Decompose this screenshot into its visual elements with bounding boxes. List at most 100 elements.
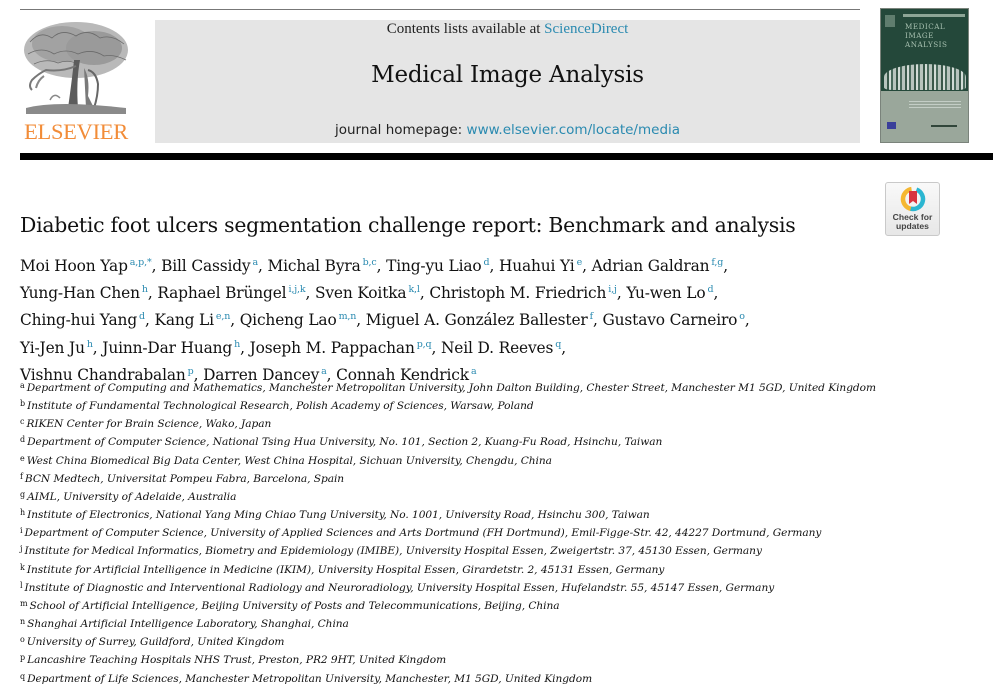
- author[interactable]: Joseph M. Pappachan p,q,: [250, 339, 441, 357]
- author[interactable]: Yi-Jen Ju h,: [20, 339, 102, 357]
- tree-logo-icon: [22, 20, 130, 117]
- author-separator: ,: [230, 311, 240, 330]
- author[interactable]: Ting-yu Liao d,: [386, 257, 499, 275]
- journal-homepage-link[interactable]: www.elsevier.com/locate/media: [467, 122, 681, 138]
- author[interactable]: Moi Hoon Yap a,p,*,: [20, 257, 161, 275]
- affiliation-reference[interactable]: k,l: [408, 284, 420, 295]
- author[interactable]: Adrian Galdran f,g,: [592, 257, 729, 275]
- author[interactable]: Miguel A. González Ballester f,: [366, 311, 603, 329]
- journal-cover-image[interactable]: MEDICAL IMAGE ANALYSIS: [880, 8, 969, 143]
- affiliation-label: h: [20, 508, 26, 518]
- affiliation-reference[interactable]: p,q: [417, 339, 432, 350]
- author-separator: ,: [593, 311, 603, 330]
- affiliation-text: School of Artificial Intelligence, Beiji…: [29, 599, 560, 612]
- author[interactable]: Christoph M. Friedrich i,j,: [429, 284, 626, 302]
- author-name[interactable]: Moi Hoon Yap: [20, 257, 128, 275]
- author-name[interactable]: Christoph M. Friedrich: [429, 284, 606, 302]
- author-name[interactable]: Neil D. Reeves: [441, 339, 553, 357]
- cover-elsevier-emblem-icon: [885, 15, 895, 27]
- author[interactable]: Yu-wen Lo d,: [626, 284, 718, 302]
- affiliation-item: f BCN Medtech, Universitat Pompeu Fabra, …: [20, 469, 920, 487]
- author-name[interactable]: Sven Koitka: [315, 284, 407, 302]
- elsevier-wordmark: ELSEVIER: [24, 119, 128, 144]
- affiliation-list: a Department of Computing and Mathematics…: [20, 378, 920, 687]
- affiliation-reference[interactable]: b,c: [363, 257, 377, 268]
- author-name[interactable]: Raphael Brüngel: [157, 284, 286, 302]
- affiliation-label: n: [20, 617, 26, 627]
- author[interactable]: Raphael Brüngel i,j,k,: [157, 284, 315, 302]
- affiliation-reference[interactable]: e,n: [216, 311, 230, 322]
- author-name[interactable]: Juinn-Dar Huang: [102, 339, 232, 357]
- affiliation-label: p: [20, 653, 26, 663]
- author[interactable]: Huahui Yi e,: [499, 257, 592, 275]
- author-name[interactable]: Yung-Han Chen: [20, 284, 140, 302]
- article-title: Diabetic foot ulcers segmentation challe…: [20, 213, 796, 237]
- cover-text-block: [909, 101, 961, 109]
- affiliation-item: l Institute of Diagnostic and Interventio…: [20, 578, 920, 596]
- author-separator: ,: [376, 257, 387, 275]
- author-separator: ,: [305, 284, 315, 303]
- check-for-updates-label: Check for updates: [886, 213, 939, 231]
- author-separator: ,: [582, 257, 592, 275]
- affiliation-label: g: [20, 489, 26, 499]
- affiliation-label: q: [20, 671, 26, 681]
- contents-prefix: Contents lists available at: [386, 21, 545, 37]
- cover-title-line: MEDICAL: [905, 22, 946, 31]
- affiliation-item: h Institute of Electronics, National Yang…: [20, 505, 920, 523]
- author[interactable]: Gustavo Carneiro o,: [603, 311, 750, 329]
- author[interactable]: Ching-hui Yang d,: [20, 311, 154, 329]
- affiliation-label: f: [20, 471, 23, 481]
- affiliation-item: p Lancashire Teaching Hospitals NHS Trust…: [20, 650, 920, 668]
- author[interactable]: Yung-Han Chen h,: [20, 284, 157, 302]
- author-name[interactable]: Yu-wen Lo: [626, 284, 705, 302]
- author-name[interactable]: Qicheng Lao: [240, 311, 337, 329]
- author-name[interactable]: Huahui Yi: [499, 257, 575, 275]
- affiliation-reference[interactable]: i,j,k: [288, 284, 305, 295]
- author-separator: ,: [723, 257, 728, 275]
- author-name[interactable]: Yi-Jen Ju: [20, 339, 85, 357]
- author[interactable]: Bill Cassidy a,: [161, 257, 267, 275]
- affiliation-item: e West China Biomedical Big Data Center, …: [20, 451, 920, 469]
- sciencedirect-link[interactable]: ScienceDirect: [544, 21, 628, 37]
- elsevier-logo[interactable]: ELSEVIER: [20, 20, 132, 144]
- affiliation-text: Lancashire Teaching Hospitals NHS Trust,…: [27, 654, 447, 667]
- affiliation-label: k: [20, 562, 25, 572]
- cover-title-line: IMAGE: [905, 31, 934, 40]
- author-name[interactable]: Ting-yu Liao: [386, 257, 482, 275]
- author-name[interactable]: Kang Li: [154, 311, 214, 329]
- affiliation-text: Department of Computer Science, National…: [27, 436, 663, 449]
- affiliation-reference[interactable]: a,p,*: [130, 257, 152, 268]
- affiliation-label: b: [20, 399, 26, 409]
- affiliation-reference[interactable]: i,j: [608, 284, 617, 295]
- affiliation-reference[interactable]: a: [471, 366, 477, 377]
- affiliation-reference[interactable]: m,n: [339, 311, 357, 322]
- affiliation-item: o University of Surrey, Guildford, United…: [20, 632, 920, 650]
- author-separator: ,: [151, 257, 162, 275]
- author-name[interactable]: Michal Byra: [268, 257, 361, 275]
- author-name[interactable]: Bill Cassidy: [161, 257, 251, 275]
- author[interactable]: Juinn-Dar Huang h,: [102, 339, 249, 357]
- affiliation-text: BCN Medtech, Universitat Pompeu Fabra, B…: [24, 472, 345, 485]
- author-line: Moi Hoon Yap a,p,*, Bill Cassidy a, Michal…: [20, 251, 890, 278]
- affiliation-text: Institute of Diagnostic and Intervention…: [24, 581, 775, 594]
- author-name[interactable]: Adrian Galdran: [592, 257, 710, 275]
- author-name[interactable]: Miguel A. González Ballester: [366, 311, 588, 329]
- affiliation-text: Institute for Artificial Intelligence in…: [26, 563, 665, 576]
- affiliation-text: Department of Life Sciences, Manchester …: [27, 672, 593, 685]
- author-name[interactable]: Ching-hui Yang: [20, 311, 137, 329]
- author[interactable]: Kang Li e,n,: [154, 311, 239, 329]
- author-line: Yung-Han Chen h, Raphael Brüngel i,j,k, Sv…: [20, 278, 890, 305]
- author-separator: ,: [258, 257, 268, 275]
- author-name[interactable]: Gustavo Carneiro: [603, 311, 738, 329]
- author-name[interactable]: Joseph M. Pappachan: [250, 339, 415, 357]
- affiliation-reference[interactable]: f,g: [711, 257, 723, 268]
- author[interactable]: Qicheng Lao m,n,: [240, 311, 366, 329]
- author[interactable]: Sven Koitka k,l,: [315, 284, 429, 302]
- affiliation-text: Institute of Fundamental Technological R…: [27, 400, 534, 413]
- author[interactable]: Michal Byra b,c,: [268, 257, 387, 275]
- cover-bar: [903, 14, 965, 17]
- author[interactable]: Neil D. Reeves q,: [441, 339, 566, 357]
- check-for-updates-button[interactable]: Check for updates: [885, 182, 940, 236]
- author-separator: ,: [147, 284, 158, 303]
- author-separator: ,: [561, 338, 566, 357]
